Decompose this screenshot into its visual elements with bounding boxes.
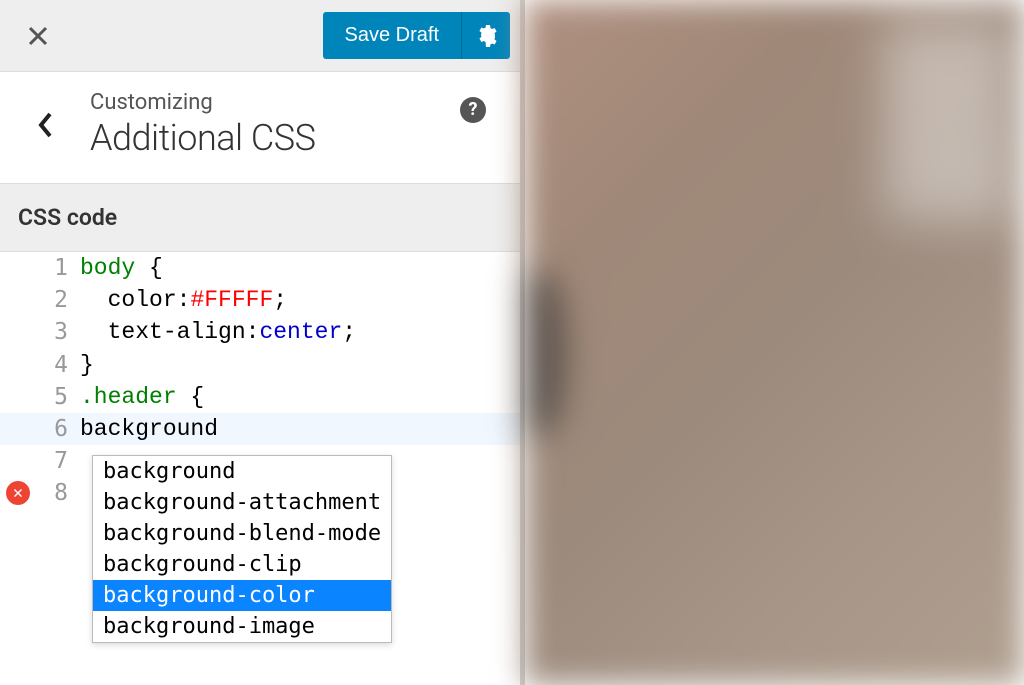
close-button[interactable] xyxy=(10,8,65,63)
section-label: CSS code xyxy=(0,184,520,252)
line-number: 1 xyxy=(0,252,80,284)
site-preview xyxy=(525,0,1024,685)
line-number: 4 xyxy=(0,349,80,381)
line-number: 3 xyxy=(0,316,80,348)
chevron-left-icon xyxy=(37,111,53,139)
code-content[interactable]: body { xyxy=(80,252,520,284)
code-line[interactable]: 5.header { xyxy=(0,381,520,413)
gear-icon xyxy=(474,24,498,48)
line-number: 5 xyxy=(0,381,80,413)
save-draft-button[interactable]: Save Draft xyxy=(323,12,462,59)
autocomplete-item[interactable]: background-clip xyxy=(93,549,391,580)
line-number: 8✕ xyxy=(0,477,80,509)
autocomplete-item[interactable]: background-attachment xyxy=(93,487,391,518)
code-line[interactable]: 3 text-align:center; xyxy=(0,316,520,348)
code-content[interactable]: } xyxy=(80,349,520,381)
code-content[interactable]: color:#FFFFF; xyxy=(80,284,520,316)
breadcrumb: Customizing xyxy=(90,90,460,115)
code-line[interactable]: 1body { xyxy=(0,252,520,284)
autocomplete-popup[interactable]: backgroundbackground-attachmentbackgroun… xyxy=(92,455,392,643)
settings-button[interactable] xyxy=(462,12,510,59)
header-titles: Customizing Additional CSS xyxy=(90,90,460,159)
autocomplete-item[interactable]: background-image xyxy=(93,611,391,642)
autocomplete-item[interactable]: background-color xyxy=(93,580,391,611)
autocomplete-item[interactable]: background xyxy=(93,456,391,487)
close-icon xyxy=(27,25,49,47)
back-button[interactable] xyxy=(0,111,90,139)
code-line[interactable]: 2 color:#FFFFF; xyxy=(0,284,520,316)
topbar-actions: Save Draft xyxy=(323,12,510,59)
code-content[interactable]: text-align:center; xyxy=(80,316,520,348)
panel-header: Customizing Additional CSS ? xyxy=(0,72,520,184)
code-content[interactable]: background xyxy=(80,413,520,445)
error-icon[interactable]: ✕ xyxy=(6,481,30,505)
line-number: 6 xyxy=(0,413,80,445)
line-number: 2 xyxy=(0,284,80,316)
customizer-panel: Save Draft Customizing Additional CSS ? … xyxy=(0,0,525,685)
autocomplete-item[interactable]: background-blend-mode xyxy=(93,518,391,549)
line-number: 7 xyxy=(0,445,80,477)
css-code-editor[interactable]: 1body {2 color:#FFFFF;3 text-align:cente… xyxy=(0,252,520,685)
code-line[interactable]: 4} xyxy=(0,349,520,381)
topbar: Save Draft xyxy=(0,0,520,72)
code-content[interactable]: .header { xyxy=(80,381,520,413)
page-title: Additional CSS xyxy=(90,117,460,159)
code-line[interactable]: 6background xyxy=(0,413,520,445)
help-button[interactable]: ? xyxy=(460,97,486,123)
